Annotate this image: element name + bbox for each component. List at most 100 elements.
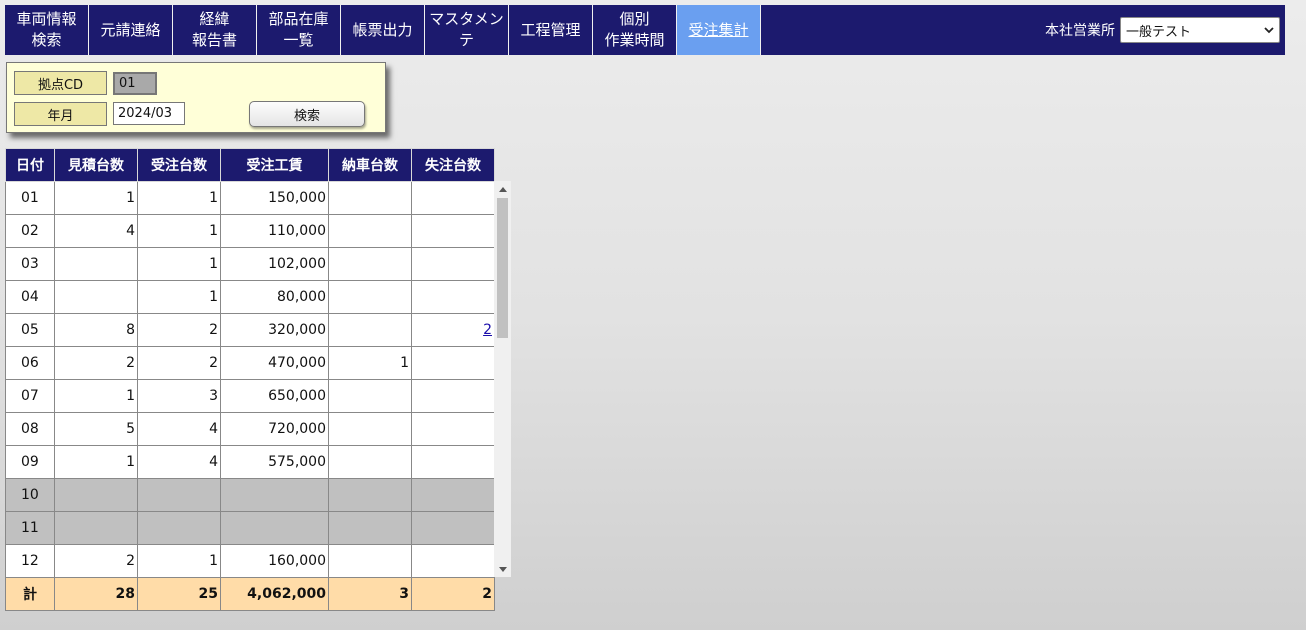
office-select-value: 一般テスト <box>1126 24 1192 40</box>
header-lost: 失注台数 <box>411 148 495 182</box>
year-month-field[interactable]: 2024/03 <box>113 102 185 125</box>
scroll-thumb[interactable] <box>497 198 508 338</box>
nav-item-vehicle-search[interactable]: 車両情報 検索 <box>5 5 89 55</box>
office-label: 本社営業所 <box>1045 23 1115 39</box>
cell-day: 12 <box>5 544 55 578</box>
nav-item-individual-work-time[interactable]: 個別 作業時間 <box>593 5 677 55</box>
base-cd-label: 拠点CD <box>14 71 107 95</box>
header-orders: 受注台数 <box>137 148 221 182</box>
nav-item-label: マスタメンテ <box>429 10 504 49</box>
header-deliveries: 納車台数 <box>328 148 412 182</box>
cell-estimates: 2 <box>54 346 138 380</box>
cell-lost <box>411 478 495 512</box>
cell-labor: 575,000 <box>220 445 329 479</box>
table-row: 07 1 3 650,000 <box>5 379 495 413</box>
nav-item-form-output[interactable]: 帳票出力 <box>341 5 425 55</box>
nav-item-master-maintenance[interactable]: マスタメンテ <box>425 5 509 55</box>
cell-day: 03 <box>5 247 55 281</box>
cell-day: 07 <box>5 379 55 413</box>
nav-item-parts-inventory[interactable]: 部品在庫 一覧 <box>257 5 341 55</box>
cell-day: 10 <box>5 478 55 512</box>
nav-item-label: 元請連絡 <box>100 20 161 39</box>
cell-labor: 110,000 <box>220 214 329 248</box>
cell-orders <box>137 478 221 512</box>
base-cd-field[interactable]: 01 <box>113 72 157 95</box>
nav-item-order-summary[interactable]: 受注集計 <box>677 5 761 55</box>
cell-labor: 320,000 <box>220 313 329 347</box>
chevron-down-icon <box>1264 24 1274 37</box>
header-estimates: 見積台数 <box>54 148 138 182</box>
cell-lost <box>411 412 495 446</box>
nav-item-process-management[interactable]: 工程管理 <box>509 5 593 55</box>
cell-lost <box>411 280 495 314</box>
cell-estimates: 1 <box>54 181 138 215</box>
cell-orders: 2 <box>137 346 221 380</box>
table-row: 05 8 2 320,000 2 <box>5 313 495 347</box>
cell-lost <box>411 379 495 413</box>
cell-deliveries: 1 <box>328 346 412 380</box>
nav-item-label: 工程管理 <box>520 20 581 39</box>
nav-item-label: 受注集計 <box>688 20 749 39</box>
office-select[interactable]: 一般テスト <box>1120 17 1280 43</box>
table-header-row: 日付 見積台数 受注台数 受注工賃 納車台数 失注台数 <box>5 148 495 182</box>
cell-lost <box>411 346 495 380</box>
cell-day: 05 <box>5 313 55 347</box>
nav-item-label: 車両情報 <box>16 10 77 28</box>
cell-estimates: 1 <box>54 379 138 413</box>
total-label: 計 <box>5 577 55 611</box>
nav-item-label: 経緯 <box>199 10 230 28</box>
nav-item-progress-report[interactable]: 経緯 報告書 <box>173 5 257 55</box>
cell-estimates <box>54 280 138 314</box>
cell-orders: 4 <box>137 445 221 479</box>
table-row: 03 1 102,000 <box>5 247 495 281</box>
cell-day: 11 <box>5 511 55 545</box>
table-total-row: 計 28 25 4,062,000 3 2 <box>5 577 495 611</box>
cell-labor: 650,000 <box>220 379 329 413</box>
cell-estimates: 2 <box>54 544 138 578</box>
cell-lost: 2 <box>411 313 495 347</box>
cell-orders: 4 <box>137 412 221 446</box>
cell-deliveries <box>328 214 412 248</box>
cell-lost <box>411 181 495 215</box>
cell-deliveries <box>328 379 412 413</box>
nav-item-label: 一覧 <box>283 31 314 49</box>
nav-item-label: 検索 <box>31 31 62 49</box>
table-row: 06 2 2 470,000 1 <box>5 346 495 380</box>
nav-item-contractor-contact[interactable]: 元請連絡 <box>89 5 173 55</box>
cell-estimates: 4 <box>54 214 138 248</box>
table-row: 12 2 1 160,000 <box>5 544 495 578</box>
nav-item-label: 作業時間 <box>604 31 665 49</box>
cell-estimates <box>54 478 138 512</box>
table-row-holiday: 11 <box>5 511 495 545</box>
cell-deliveries <box>328 313 412 347</box>
cell-labor: 80,000 <box>220 280 329 314</box>
cell-labor: 150,000 <box>220 181 329 215</box>
arrow-up-icon[interactable] <box>494 181 511 197</box>
lost-count-link[interactable]: 2 <box>483 322 492 338</box>
header-date: 日付 <box>5 148 55 182</box>
cell-labor: 102,000 <box>220 247 329 281</box>
table-scrollbar[interactable] <box>494 181 511 577</box>
cell-deliveries <box>328 544 412 578</box>
cell-orders: 1 <box>137 214 221 248</box>
cell-orders: 1 <box>137 247 221 281</box>
cell-orders: 1 <box>137 544 221 578</box>
cell-labor: 470,000 <box>220 346 329 380</box>
search-button[interactable]: 検索 <box>249 101 365 127</box>
cell-labor: 160,000 <box>220 544 329 578</box>
cell-day: 01 <box>5 181 55 215</box>
cell-day: 08 <box>5 412 55 446</box>
total-estimates: 28 <box>54 577 138 611</box>
table-row-holiday: 10 <box>5 478 495 512</box>
cell-deliveries <box>328 445 412 479</box>
arrow-down-icon[interactable] <box>494 561 511 577</box>
cell-orders <box>137 511 221 545</box>
cell-day: 02 <box>5 214 55 248</box>
top-nav: 車両情報 検索 元請連絡 経緯 報告書 部品在庫 一覧 帳票出力 マスタメンテ … <box>5 5 1285 55</box>
table-row: 09 1 4 575,000 <box>5 445 495 479</box>
cell-deliveries <box>328 478 412 512</box>
cell-lost <box>411 445 495 479</box>
total-orders: 25 <box>137 577 221 611</box>
office-selector-area: 本社営業所 一般テスト <box>1045 5 1285 55</box>
year-month-label: 年月 <box>14 102 107 126</box>
